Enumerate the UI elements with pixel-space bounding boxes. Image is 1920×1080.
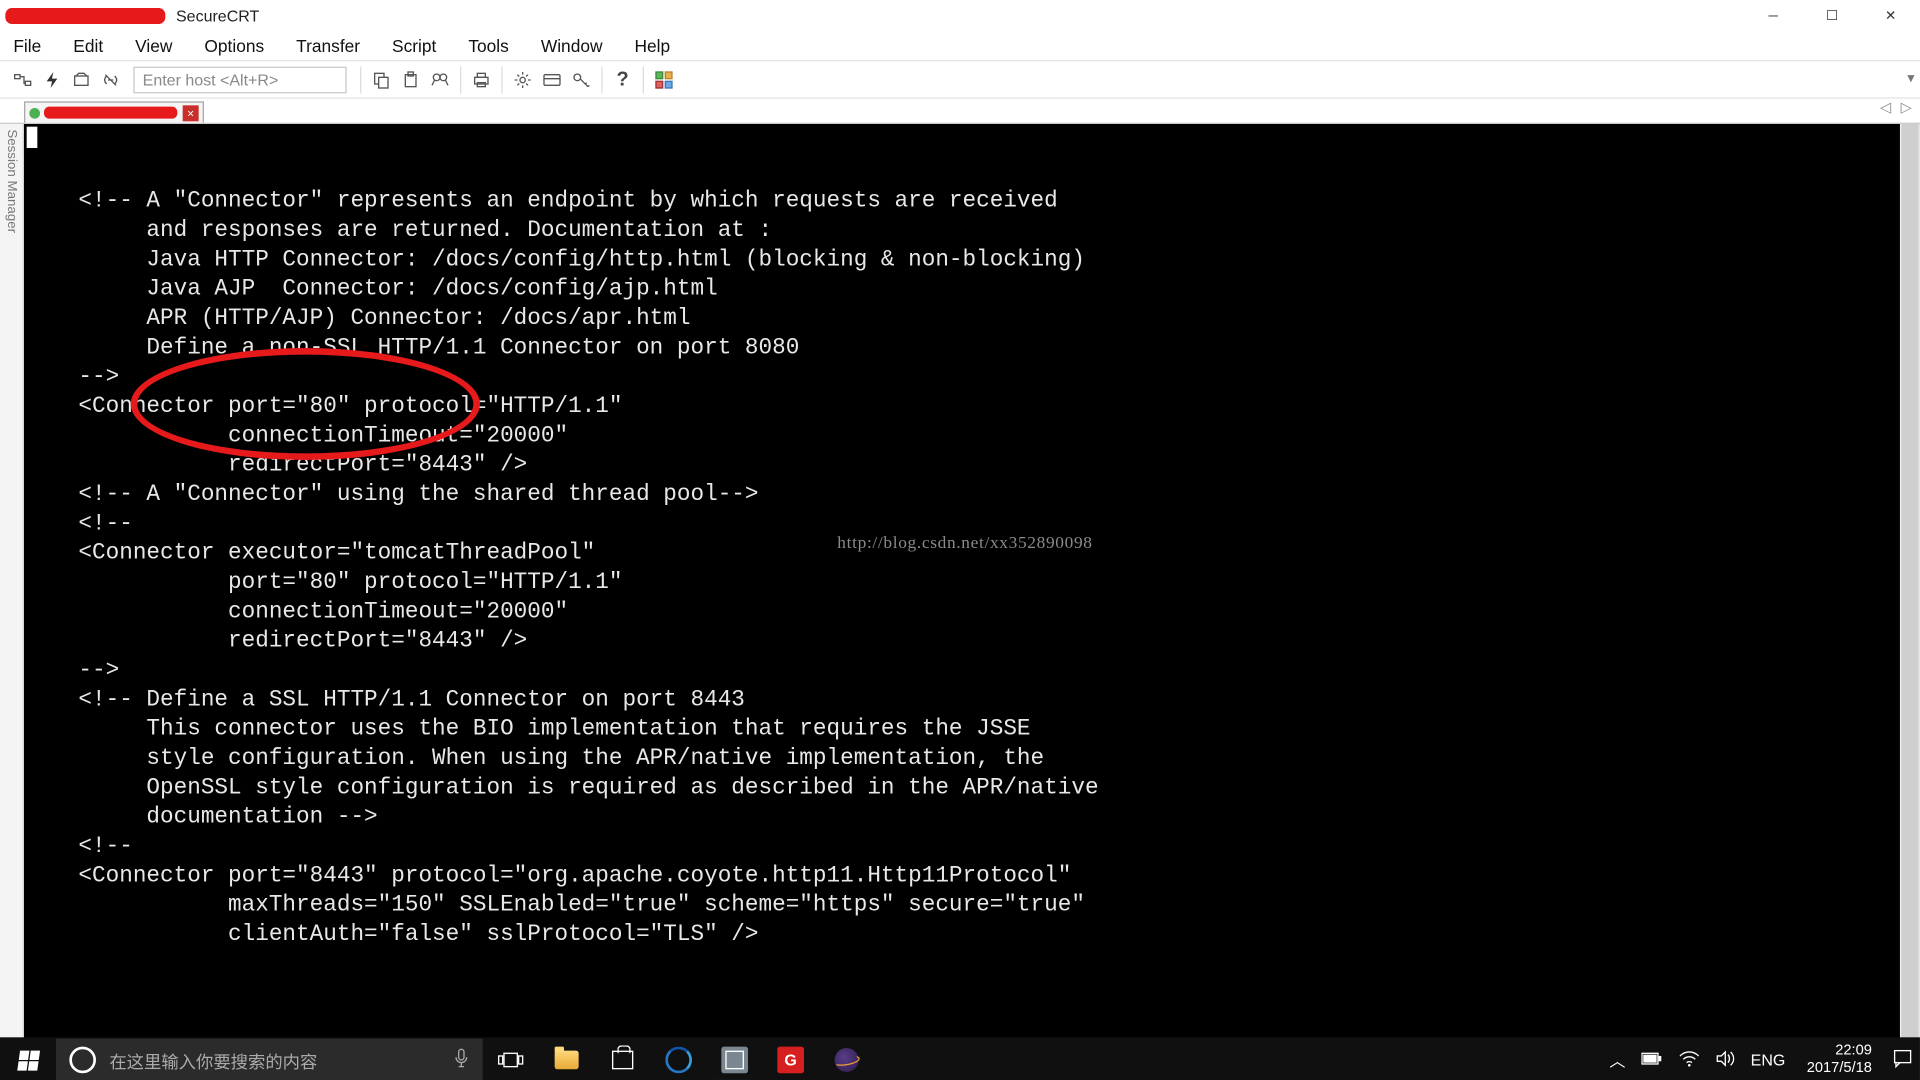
title-redacted xyxy=(5,8,165,24)
tray-date: 2017/5/18 xyxy=(1807,1060,1872,1077)
tile-icon[interactable] xyxy=(649,65,678,94)
session-tab[interactable]: × xyxy=(24,101,204,122)
toolbar-sep-4 xyxy=(601,66,602,93)
menu-window[interactable]: Window xyxy=(541,36,603,56)
tray-chevron-icon[interactable]: ︿ xyxy=(1609,1049,1625,1072)
toolbar-sep-2 xyxy=(460,66,461,93)
toolbar-overflow-icon[interactable]: ▾ xyxy=(1907,69,1914,86)
title-bar: SecureCRT ─ ☐ ✕ xyxy=(0,0,1920,32)
taskbar-app-store[interactable] xyxy=(595,1037,651,1080)
taskbar-app-red[interactable]: G xyxy=(763,1037,819,1080)
minimize-button[interactable]: ─ xyxy=(1744,0,1803,32)
main-area: Session Manager <!-- A "Connector" repre… xyxy=(0,123,1920,1056)
copy-icon[interactable] xyxy=(367,65,396,94)
menu-view[interactable]: View xyxy=(135,36,172,56)
tray-power-icon[interactable] xyxy=(1641,1050,1662,1070)
start-button[interactable] xyxy=(0,1037,56,1080)
toolbar-sep-5 xyxy=(643,66,644,93)
watermark-text: http://blog.csdn.net/xx352890098 xyxy=(837,532,1092,553)
menu-script[interactable]: Script xyxy=(392,36,436,56)
close-button[interactable]: ✕ xyxy=(1861,0,1920,32)
window-controls: ─ ☐ ✕ xyxy=(1744,0,1920,32)
key-icon[interactable] xyxy=(567,65,596,94)
settings-icon[interactable] xyxy=(508,65,537,94)
taskbar-app-eclipse[interactable] xyxy=(819,1037,875,1080)
toolbar-sep-1 xyxy=(360,66,361,93)
tray-clock[interactable]: 22:09 2017/5/18 xyxy=(1807,1043,1872,1078)
tray-notifications-icon[interactable] xyxy=(1893,1049,1912,1072)
tray-wifi-icon[interactable] xyxy=(1679,1050,1700,1070)
quick-connect-icon[interactable] xyxy=(37,65,66,94)
tab-strip: × ◁ ▷ xyxy=(0,99,1920,123)
menu-tools[interactable]: Tools xyxy=(468,36,508,56)
menu-transfer[interactable]: Transfer xyxy=(296,36,360,56)
toolbar: Enter host <Alt+R> ? ▾ xyxy=(0,61,1920,98)
maximize-button[interactable]: ☐ xyxy=(1803,0,1862,32)
microphone-icon[interactable] xyxy=(453,1047,469,1072)
menu-bar: File Edit View Options Transfer Script T… xyxy=(0,32,1920,61)
tab-title-redacted xyxy=(44,107,177,119)
app-title: SecureCRT xyxy=(176,7,259,26)
tab-next-icon[interactable]: ▷ xyxy=(1901,100,1912,116)
session-options-icon[interactable] xyxy=(537,65,566,94)
windows-taskbar: 在这里输入你要搜索的内容 G ︿ E xyxy=(0,1037,1920,1080)
menu-options[interactable]: Options xyxy=(204,36,264,56)
taskbar-app-explorer[interactable] xyxy=(539,1037,595,1080)
tab-close-icon[interactable]: × xyxy=(183,105,199,121)
host-placeholder: Enter host <Alt+R> xyxy=(143,70,279,89)
search-placeholder: 在这里输入你要搜索的内容 xyxy=(109,1047,317,1072)
system-tray: ︿ ENG 22:09 2017/5/18 xyxy=(1601,1037,1920,1080)
session-manager-label: Session Manager xyxy=(4,129,19,1056)
terminal-scrollbar[interactable] xyxy=(1900,124,1920,1056)
terminal-output[interactable]: <!-- A "Connector" represents an endpoin… xyxy=(24,124,1900,1056)
connect-icon[interactable] xyxy=(8,65,37,94)
menu-file[interactable]: File xyxy=(13,36,41,56)
tab-prev-icon[interactable]: ◁ xyxy=(1880,100,1891,116)
task-view-icon[interactable] xyxy=(483,1037,539,1080)
tray-time: 22:09 xyxy=(1807,1043,1872,1060)
disconnect-icon[interactable] xyxy=(96,65,125,94)
tab-status-dot xyxy=(29,107,40,118)
toolbar-sep-3 xyxy=(501,66,502,93)
reconnect-icon[interactable] xyxy=(67,65,96,94)
host-input[interactable]: Enter host <Alt+R> xyxy=(133,66,346,93)
paste-icon[interactable] xyxy=(396,65,425,94)
cortana-icon xyxy=(69,1047,96,1074)
tray-volume-icon[interactable] xyxy=(1716,1050,1735,1070)
help-icon[interactable]: ? xyxy=(608,65,637,94)
tray-ime[interactable]: ENG xyxy=(1751,1051,1786,1070)
scrollbar-thumb[interactable] xyxy=(1901,124,1918,1056)
print-icon[interactable] xyxy=(467,65,496,94)
menu-help[interactable]: Help xyxy=(635,36,671,56)
taskbar-app-securecrt[interactable] xyxy=(707,1037,763,1080)
session-manager-panel[interactable]: Session Manager xyxy=(0,124,24,1056)
find-icon[interactable] xyxy=(425,65,454,94)
taskbar-app-edge[interactable] xyxy=(651,1037,707,1080)
taskbar-search[interactable]: 在这里输入你要搜索的内容 xyxy=(56,1039,483,1080)
tab-nav: ◁ ▷ xyxy=(1875,99,1912,116)
terminal-wrap: <!-- A "Connector" represents an endpoin… xyxy=(24,124,1920,1056)
menu-edit[interactable]: Edit xyxy=(73,36,103,56)
